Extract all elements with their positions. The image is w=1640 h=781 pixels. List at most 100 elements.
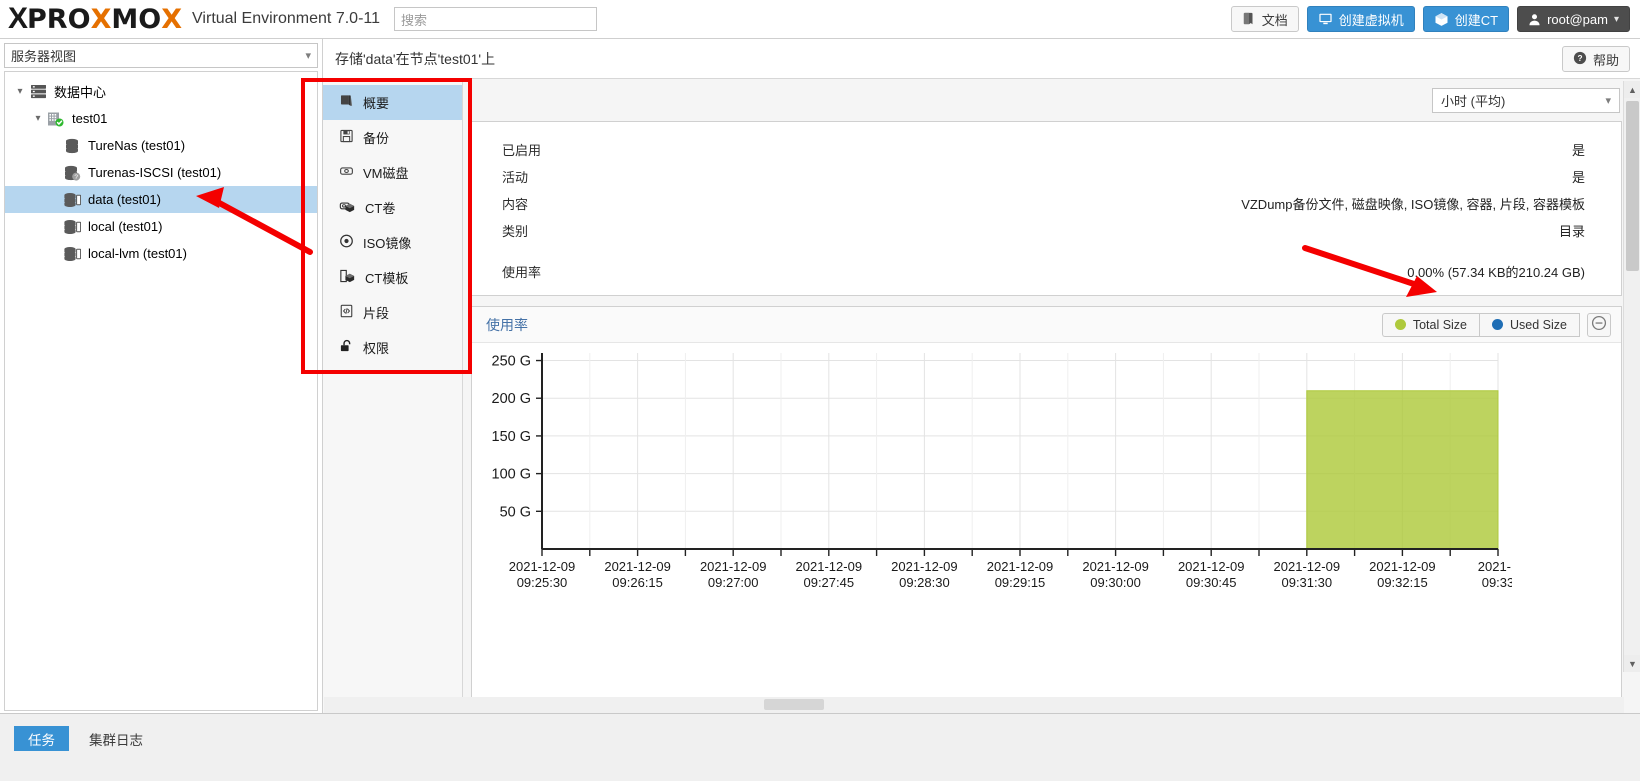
create-vm-button[interactable]: 创建虚拟机 bbox=[1306, 6, 1415, 32]
nav-item-snippets[interactable]: 片段 bbox=[323, 295, 462, 330]
nav-item-label: 权限 bbox=[363, 341, 390, 356]
tree-item-datacenter[interactable]: ▾ 数据中心 bbox=[5, 78, 317, 105]
chevron-down-icon: ▾ bbox=[305, 50, 311, 62]
nav-item-label: 概要 bbox=[363, 96, 390, 111]
expander-caret-icon[interactable]: ▾ bbox=[13, 86, 27, 97]
summary-icon bbox=[339, 94, 354, 111]
minus-circle-icon bbox=[1591, 315, 1607, 334]
legend-label: Used Size bbox=[1510, 317, 1567, 332]
storage-summary-pane: 小时 (平均) ▾ 已启用 是 活动 是 内容 VZDump备份文件, 磁盘映像… bbox=[463, 79, 1640, 712]
question-mark-icon: ? bbox=[1573, 51, 1587, 68]
nav-item-permissions[interactable]: 权限 bbox=[323, 330, 462, 365]
content-vertical-scrollbar[interactable]: ▲ ▼ bbox=[1623, 81, 1640, 672]
user-menu-button[interactable]: root@pam ▾ bbox=[1517, 6, 1630, 32]
tree-item-node-test01[interactable]: ▾ test01 bbox=[5, 105, 317, 132]
info-key: 已启用 bbox=[502, 143, 542, 158]
svg-text:09:31:30: 09:31:30 bbox=[1281, 575, 1332, 590]
legend-dot-icon bbox=[1492, 319, 1504, 330]
scroll-up-arrow-icon[interactable]: ▲ bbox=[1624, 81, 1640, 98]
svg-text:2021-12-09: 2021-12-09 bbox=[604, 559, 671, 574]
user-icon bbox=[1528, 13, 1541, 26]
tab-tasks[interactable]: 任务 bbox=[14, 726, 69, 751]
tree-item-label: local (test01) bbox=[88, 219, 163, 234]
tree-item-label: test01 bbox=[72, 111, 108, 126]
search-placeholder: 搜索 bbox=[401, 12, 428, 28]
nav-item-iso-images[interactable]: ISO镜像 bbox=[323, 225, 462, 260]
page-title: 存储'data'在节点'test01'上 bbox=[335, 50, 496, 67]
content-area: 存储'data'在节点'test01'上 ? 帮助 概要 备份 VM磁盘 CT卷… bbox=[322, 39, 1640, 713]
node-icon bbox=[45, 111, 67, 127]
timeframe-select[interactable]: 小时 (平均) ▾ bbox=[1432, 87, 1620, 113]
tree-item-storage-data[interactable]: data (test01) bbox=[5, 186, 317, 213]
storage-nav-list: 概要 备份 VM磁盘 CT卷 ISO镜像 CT模板 片段 权限 bbox=[323, 79, 463, 712]
timeframe-value: 小时 (平均) bbox=[1441, 93, 1506, 109]
content-body: 概要 备份 VM磁盘 CT卷 ISO镜像 CT模板 片段 权限 小时 (平均) … bbox=[323, 79, 1640, 712]
svg-text:200 G: 200 G bbox=[492, 391, 532, 407]
scrollbar-thumb[interactable] bbox=[764, 699, 824, 710]
tree-item-storage-turenas[interactable]: TureNas (test01) bbox=[5, 132, 317, 159]
svg-text:09:30:45: 09:30:45 bbox=[1186, 575, 1237, 590]
storage-dir-icon bbox=[61, 246, 83, 262]
view-selector-label: 服务器视图 bbox=[11, 49, 77, 64]
tab-label: 集群日志 bbox=[89, 732, 143, 748]
svg-text:09:26:15: 09:26:15 bbox=[612, 575, 663, 590]
help-button[interactable]: ? 帮助 bbox=[1561, 46, 1630, 72]
tree-item-storage-local-lvm[interactable]: local-lvm (test01) bbox=[5, 240, 317, 267]
legend-item-used-size[interactable]: Used Size bbox=[1479, 312, 1580, 337]
svg-text:2021-12-09: 2021-12-09 bbox=[1369, 559, 1436, 574]
create-ct-label: 创建CT bbox=[1454, 12, 1499, 28]
scrollbar-thumb[interactable] bbox=[1626, 101, 1639, 271]
svg-text:?: ? bbox=[1577, 53, 1582, 63]
chevron-down-icon: ▾ bbox=[1605, 94, 1611, 107]
horizontal-scrollbar[interactable] bbox=[324, 697, 1624, 713]
tab-cluster-log[interactable]: 集群日志 bbox=[75, 726, 157, 751]
nav-item-ct-volumes[interactable]: CT卷 bbox=[323, 190, 462, 225]
tree-item-storage-turenas-iscsi[interactable]: ? Turenas-ISCSI (test01) bbox=[5, 159, 317, 186]
storage-icon bbox=[61, 138, 83, 154]
permissions-icon bbox=[339, 339, 354, 356]
info-row-content: 内容 VZDump备份文件, 磁盘映像, ISO镜像, 容器, 片段, 容器模板 bbox=[472, 190, 1621, 217]
nav-item-vm-disks[interactable]: VM磁盘 bbox=[323, 155, 462, 190]
svg-text:2021-12-09: 2021-12-09 bbox=[509, 559, 576, 574]
expander-caret-icon[interactable]: ▾ bbox=[31, 113, 45, 124]
create-ct-button[interactable]: 创建CT bbox=[1422, 6, 1510, 32]
docs-button[interactable]: 文档 bbox=[1230, 6, 1299, 32]
storage-unknown-icon: ? bbox=[61, 165, 83, 181]
svg-text:2021-12-09: 2021-12-09 bbox=[796, 559, 863, 574]
user-label: root@pam bbox=[1547, 11, 1608, 27]
view-selector[interactable]: 服务器视图 ▾ bbox=[4, 43, 318, 68]
tab-label: 任务 bbox=[28, 732, 55, 748]
logo-mo-text: MO bbox=[111, 3, 162, 35]
usage-chart[interactable]: 250 G 200 G 150 G 100 G 50 G 2021-12-09 09:25:… bbox=[472, 343, 1621, 711]
nav-item-ct-templates[interactable]: CT模板 bbox=[323, 260, 462, 295]
usage-chart-panel: 使用率 Total Size Used Size 250 G 200 G 150… bbox=[471, 306, 1622, 712]
chart-title: 使用率 bbox=[486, 316, 528, 333]
logo-x3-text: X bbox=[161, 3, 183, 35]
svg-text:?: ? bbox=[74, 174, 78, 181]
info-row-active: 活动 是 bbox=[472, 163, 1621, 190]
tree-item-label: TureNas (test01) bbox=[88, 138, 186, 153]
logo-x-icon: X bbox=[8, 2, 28, 35]
info-key: 内容 bbox=[502, 197, 529, 212]
svg-text:09:27:00: 09:27:00 bbox=[708, 575, 759, 590]
search-input-wrapper[interactable]: 搜索 bbox=[394, 7, 597, 31]
backup-icon bbox=[339, 129, 354, 146]
svg-text:2021-12-09: 2021-12-09 bbox=[1082, 559, 1149, 574]
svg-text:2021-12-09: 2021-12-09 bbox=[1274, 559, 1341, 574]
svg-text:09:29:15: 09:29:15 bbox=[995, 575, 1046, 590]
logo-pro-text: PRO bbox=[27, 3, 91, 35]
period-bar: 小时 (平均) ▾ bbox=[463, 79, 1640, 121]
info-value: 0.00% (57.34 KB的210.24 GB) bbox=[1407, 265, 1585, 280]
svg-text:09:25:30: 09:25:30 bbox=[517, 575, 568, 590]
legend-item-total-size[interactable]: Total Size bbox=[1381, 312, 1480, 337]
scroll-down-arrow-icon[interactable]: ▼ bbox=[1624, 655, 1640, 672]
tree-item-label: Turenas-ISCSI (test01) bbox=[88, 165, 222, 180]
nav-item-backup[interactable]: 备份 bbox=[323, 120, 462, 155]
bottom-bar: 任务 集群日志 bbox=[0, 713, 1640, 781]
chart-header: 使用率 Total Size Used Size bbox=[472, 307, 1621, 343]
nav-item-summary[interactable]: 概要 bbox=[323, 85, 462, 120]
tree-item-label: 数据中心 bbox=[54, 85, 107, 100]
proxmox-logo[interactable]: X PRO X MO X bbox=[0, 0, 182, 38]
tree-item-storage-local[interactable]: local (test01) bbox=[5, 213, 317, 240]
collapse-chart-button[interactable] bbox=[1587, 312, 1611, 337]
